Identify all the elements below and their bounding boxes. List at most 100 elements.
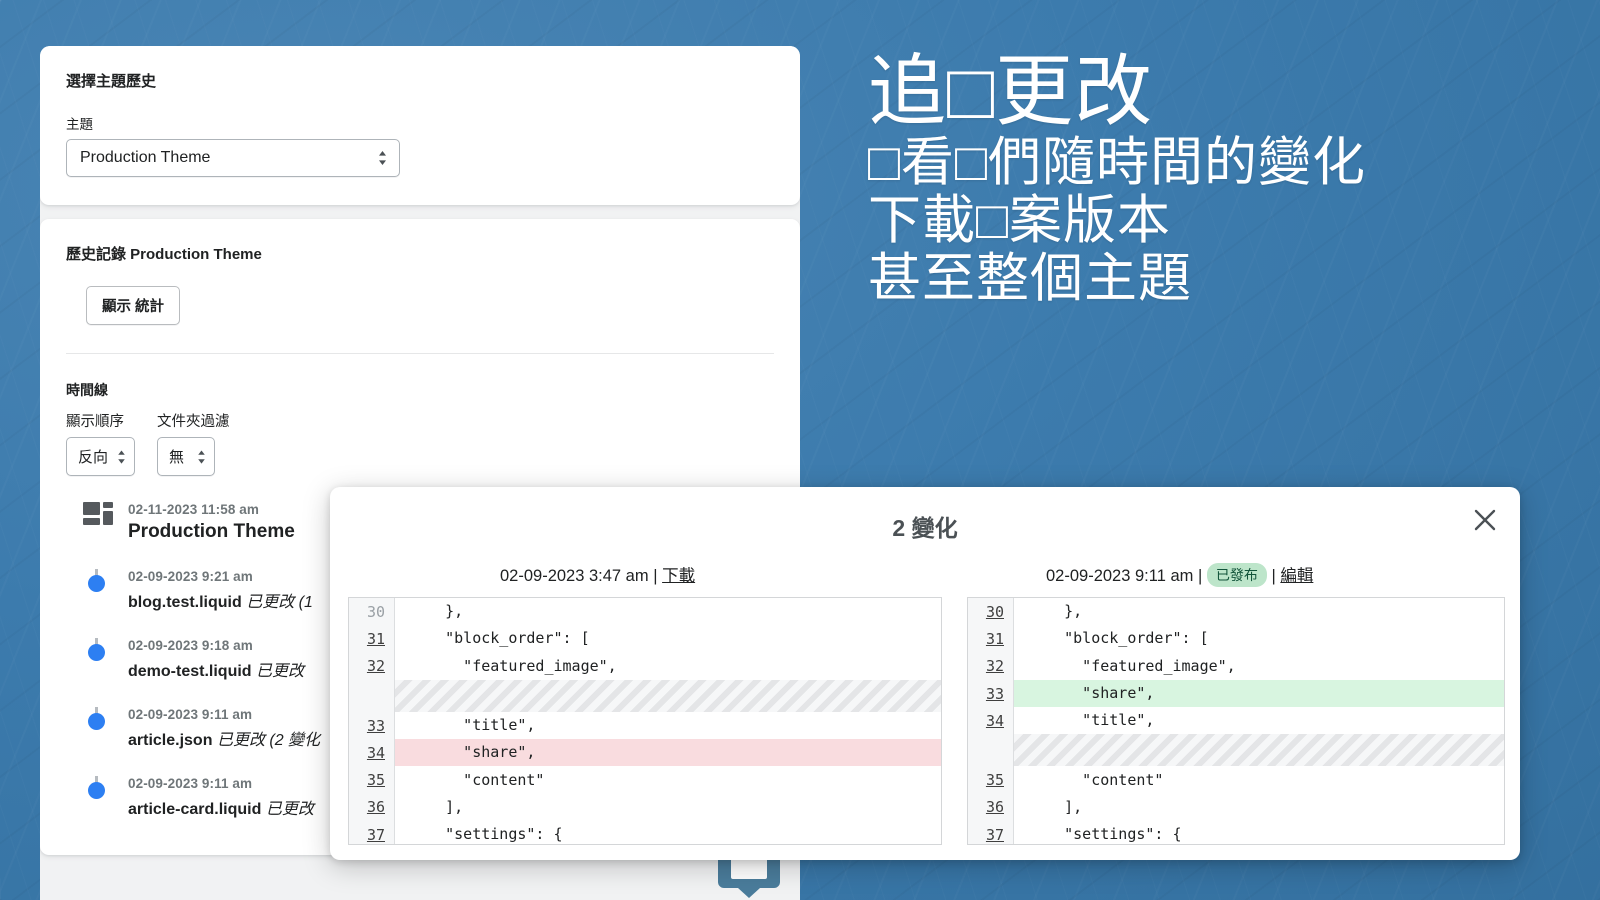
sort-order-select[interactable]: 反向	[66, 437, 136, 476]
left-header-separator: |	[653, 567, 658, 585]
diff-line-number: 32	[349, 652, 395, 680]
timeline-file-name: article-card.liquid	[128, 801, 262, 818]
select-updown-caret-icon	[198, 449, 205, 464]
timeline-dot-icon	[88, 644, 105, 661]
status-badge: 已發布	[1206, 563, 1267, 587]
diff-line-code: "settings": {	[409, 825, 563, 844]
diff-line-number: 36	[968, 793, 1014, 822]
diff-line-number: 34	[968, 707, 1014, 735]
theme-field-label: 主題	[66, 117, 93, 132]
diff-line-code: "title",	[1028, 711, 1155, 730]
timeline-dot-icon	[88, 782, 105, 799]
close-icon[interactable]	[1472, 507, 1498, 533]
diff-line-code: "featured_image",	[1028, 656, 1236, 675]
right-header-separator-2: |	[1271, 567, 1276, 585]
diff-line: 33 "title",	[349, 711, 941, 740]
diff-line: 31 "block_order": [	[968, 625, 1504, 653]
right-version-timestamp: 02-09-2023 9:11 am	[1046, 567, 1194, 585]
folder-filter-select[interactable]: 無	[157, 437, 216, 476]
diff-line: 32 "featured_image",	[349, 652, 941, 680]
download-link[interactable]: 下載	[662, 567, 695, 585]
diff-line: 34 "title",	[968, 707, 1504, 735]
diff-line-number: 33	[968, 679, 1014, 708]
diff-line: 35 "content"	[349, 766, 941, 794]
diff-line-code: },	[409, 602, 464, 621]
timeline-file-name: article.json	[128, 732, 213, 749]
diff-line: 30 },	[349, 598, 941, 626]
diff-line-number: 30	[349, 598, 395, 626]
diff-line-number: 35	[349, 766, 395, 794]
timeline-file-name: demo-test.liquid	[128, 663, 252, 680]
diff-line	[349, 679, 941, 712]
timeline-filters: 顯示順序 反向 文件夾過濾 無	[66, 410, 774, 476]
diff-line-number: 33	[349, 711, 395, 740]
diff-pane-left[interactable]: 30 }, 31 "block_order": [32 "featured_ima…	[348, 597, 942, 845]
timeline-change-note: 已更改	[256, 663, 305, 680]
modal-title: 2 變化	[892, 515, 958, 541]
folder-filter-label: 文件夾過濾	[157, 414, 230, 430]
timeline-change-note: 已更改 (1	[246, 594, 313, 611]
headline-line-4: 甚至整個主題	[868, 249, 1192, 308]
diff-line: 31 "block_order": [	[349, 625, 941, 653]
diff-line: 35 "content"	[968, 766, 1504, 794]
theme-select-value: Production Theme	[80, 149, 211, 166]
edit-link[interactable]: 編輯	[1280, 567, 1313, 585]
theme-grid-icon	[83, 502, 113, 525]
diff-line: 37 "settings": {	[349, 821, 941, 844]
show-stats-button[interactable]: 顯示 統計	[86, 286, 181, 325]
diff-line-number: 37	[968, 821, 1014, 844]
diff-line-code: "content"	[409, 770, 545, 789]
promo-headline: 追□更改 □看□們隨時間的變化 下載□案版本 甚至整個主題	[868, 52, 1568, 310]
diff-line: 30 },	[968, 598, 1504, 626]
diff-line-number: 37	[349, 821, 395, 844]
headline-line-3: 下載□案版本	[868, 191, 1172, 250]
left-version-header: 02-09-2023 3:47 am | 下載	[500, 562, 695, 586]
timeline-section-title: 時間線	[66, 382, 108, 398]
diff-line: 36 ],	[349, 793, 941, 822]
diff-line-number: 34	[349, 739, 395, 767]
diff-line-code: "featured_image",	[409, 656, 617, 675]
diff-line: 33 "share",	[968, 679, 1504, 708]
diff-line-code: ],	[409, 797, 464, 816]
diff-line-code: },	[1028, 602, 1083, 621]
diff-line-number: 36	[349, 793, 395, 822]
diff-line: 34 "share",	[349, 739, 941, 767]
headline-line-2: □看□們隨時間的變化	[868, 133, 1367, 192]
sort-order-label: 顯示順序	[66, 414, 124, 430]
select-card-title: 選擇主題歷史	[66, 73, 157, 90]
diff-line-code: "block_order": [	[1028, 629, 1209, 648]
diff-line-number: 35	[968, 766, 1014, 794]
right-version-header: 02-09-2023 9:11 am | 已發布 | 編輯	[1046, 562, 1313, 587]
diff-line: 37 "settings": {	[968, 821, 1504, 844]
right-header-separator: |	[1197, 567, 1203, 585]
diff-pane-right[interactable]: 30 }, 31 "block_order": [32 "featured_ima…	[967, 597, 1505, 845]
diff-line-code: ],	[1028, 797, 1083, 816]
select-updown-caret-icon	[379, 151, 386, 165]
diff-line-code: "settings": {	[1028, 825, 1182, 844]
select-updown-caret-icon	[118, 449, 125, 464]
diff-line-code: "block_order": [	[409, 629, 590, 648]
diff-line: 32 "featured_image",	[968, 652, 1504, 680]
timeline-dot-icon	[88, 575, 105, 592]
diff-line	[968, 734, 1504, 767]
history-card-title: 歷史記錄 Production Theme	[66, 246, 262, 263]
card-divider	[66, 353, 774, 354]
diff-line-number: 32	[968, 652, 1014, 680]
timeline-file-name: blog.test.liquid	[128, 594, 242, 611]
theme-select[interactable]: Production Theme	[66, 139, 400, 177]
timeline-change-note: 已更改	[265, 801, 314, 818]
diff-line: 36 ],	[968, 793, 1504, 822]
diff-line-number: 31	[349, 625, 395, 653]
changes-modal: 2 變化 02-09-2023 3:47 am | 下載 02-09-2023 …	[330, 487, 1520, 860]
left-version-timestamp: 02-09-2023 3:47 am	[500, 567, 649, 585]
diff-line-number	[968, 734, 1014, 767]
filter-folder: 文件夾過濾 無	[157, 410, 230, 476]
timeline-dot-icon	[88, 713, 105, 730]
diff-line-number	[349, 679, 395, 712]
timeline-change-note: 已更改 (2 變化	[216, 732, 321, 749]
filter-sort-order: 顯示順序 反向	[66, 410, 136, 476]
headline-line-1: 追□更改	[868, 47, 1154, 135]
diff-line-number: 30	[968, 598, 1014, 626]
diff-line-code: "content"	[1028, 770, 1164, 789]
diff-line-number: 31	[968, 625, 1014, 653]
